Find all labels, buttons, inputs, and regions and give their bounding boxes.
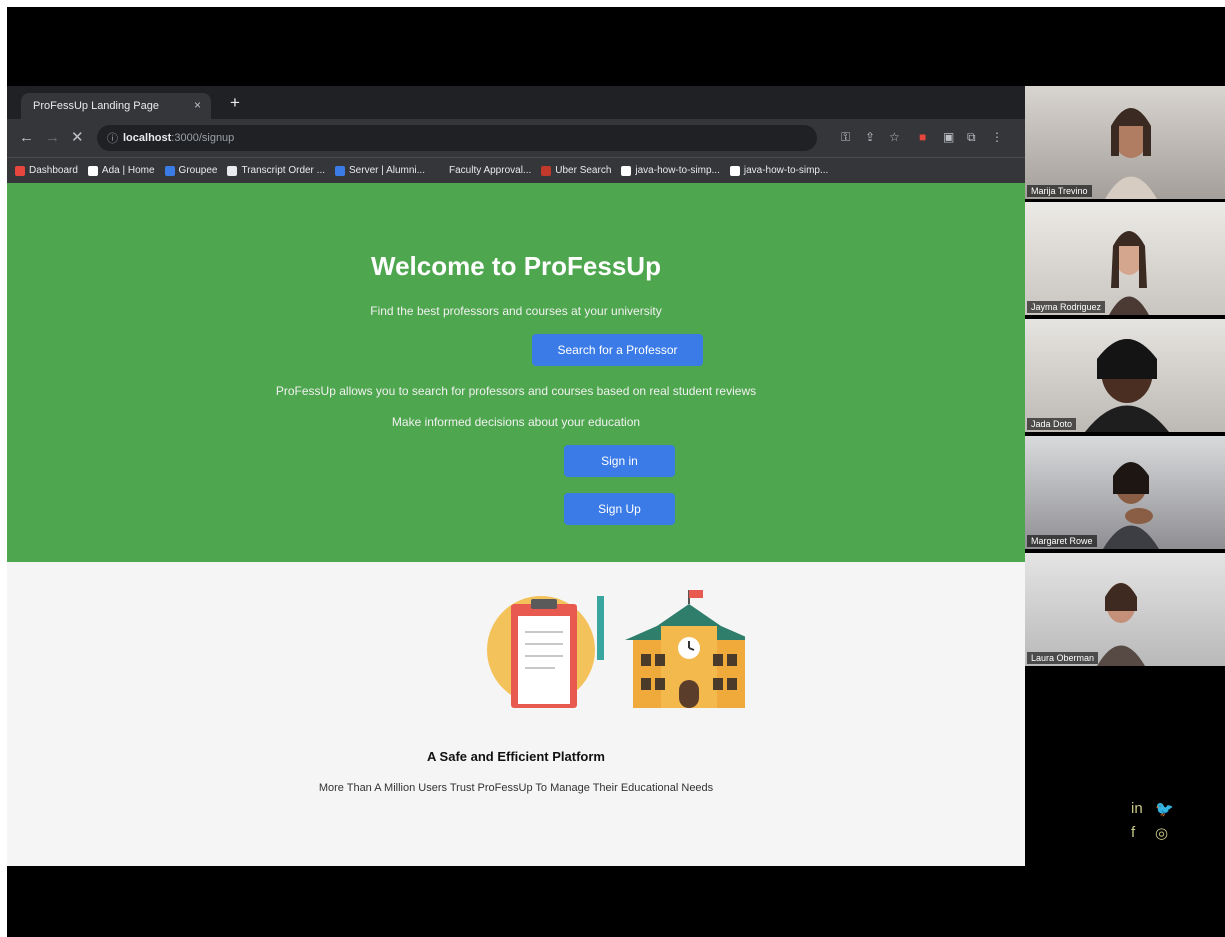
bookmark-label: java-how-to-simp...	[635, 165, 720, 176]
participant-name: Jada Doto	[1027, 418, 1077, 430]
tab-landing-page[interactable]: ProFessUp Landing Page ×	[21, 93, 211, 119]
bookmark-item[interactable]: Uber Search	[541, 165, 611, 176]
key-icon[interactable]: ⚿	[841, 130, 850, 144]
bookmark-item[interactable]: Faculty Approval...	[434, 165, 532, 176]
bookmark-label: Dashboard	[29, 165, 78, 176]
participant-name: Laura Oberman	[1027, 652, 1099, 664]
bookmark-favicon-icon	[87, 165, 98, 176]
tab-bar: ProFessUp Landing Page × +	[7, 86, 1025, 119]
share-icon[interactable]: ⇪	[865, 130, 875, 144]
instagram-icon[interactable]: ◎	[1155, 824, 1168, 842]
bookmark-favicon-icon	[729, 165, 740, 176]
bookmark-item[interactable]: java-how-to-simp...	[621, 165, 720, 176]
page-viewport: Welcome to ProFessUp Find the best profe…	[7, 183, 1025, 866]
features-section: A Safe and Efficient Platform More Than …	[7, 562, 1025, 866]
bookmark-favicon-icon	[15, 165, 25, 176]
url-host: localhost	[123, 132, 172, 144]
bookmark-label: java-how-to-simp...	[743, 165, 829, 176]
participant-tile[interactable]: Jayma Rodriguez	[1025, 202, 1225, 315]
bookmark-item[interactable]: Dashboard	[15, 165, 78, 176]
bookmark-item[interactable]: Groupee	[164, 165, 218, 176]
star-icon[interactable]: ☆	[889, 130, 900, 144]
bookmark-item[interactable]: Server | Alumni...	[335, 165, 425, 176]
twitter-icon[interactable]: 🐦	[1155, 800, 1174, 818]
bookmark-label: Ada | Home	[101, 165, 155, 176]
bookmark-favicon-icon	[164, 165, 175, 176]
participant-tile[interactable]: Laura Oberman	[1025, 553, 1225, 666]
bookmark-label: Groupee	[178, 165, 218, 176]
social-links: in 🐦 f ◎	[1125, 794, 1175, 844]
participant-name: Margaret Rowe	[1027, 535, 1097, 547]
platform-title: A Safe and Efficient Platform	[427, 749, 605, 764]
tagline: Find the best professors and courses at …	[370, 304, 662, 318]
participant-name: Jayma Rodriguez	[1027, 301, 1106, 313]
bookmark-item[interactable]: Transcript Order ...	[227, 165, 325, 176]
bookmark-favicon-icon	[227, 165, 238, 176]
participant-tile[interactable]: Margaret Rowe	[1025, 436, 1225, 549]
tab-close-icon[interactable]: ×	[194, 98, 201, 112]
participant-tile[interactable]: Marija Trevino	[1025, 86, 1225, 199]
bookmark-label: Server | Alumni...	[349, 165, 425, 176]
extension-icon[interactable]: ▣	[943, 130, 954, 144]
pencil-icon	[597, 596, 604, 660]
menu-icon[interactable]: ⋮	[991, 130, 1003, 144]
participant-name: Marija Trevino	[1027, 185, 1092, 197]
linkedin-icon[interactable]: in	[1131, 800, 1143, 817]
bookmark-item[interactable]: java-how-to-simp...	[729, 165, 829, 176]
signup-button[interactable]: Sign Up	[564, 493, 675, 525]
participant-video	[1103, 462, 1159, 549]
extension-puzzle-icon[interactable]: ⧉	[967, 130, 976, 144]
facebook-icon[interactable]: f	[1131, 824, 1135, 841]
bookmark-label: Faculty Approval...	[448, 165, 532, 176]
address-bar[interactable]: ⓘ localhost:3000/signup	[97, 125, 817, 151]
bookmark-favicon-icon	[621, 165, 632, 176]
url-path: :3000/signup	[171, 132, 235, 144]
search-professor-button[interactable]: Search for a Professor	[532, 334, 703, 366]
bookmarks-bar: Dashboard Ada | Home Groupee Transcript Ord…	[7, 157, 1025, 183]
participant-video	[1105, 108, 1157, 199]
forward-icon[interactable]: →	[45, 128, 60, 148]
participant-tile[interactable]: Jada Doto	[1025, 319, 1225, 432]
flag-icon	[689, 590, 703, 598]
subline: Make informed decisions about your educa…	[391, 415, 641, 429]
back-icon[interactable]: ←	[19, 128, 34, 148]
school-illustration	[487, 590, 745, 708]
bookmark-favicon-icon	[335, 165, 346, 176]
page-title: Welcome to ProFessUp	[371, 251, 661, 281]
bookmark-label: Transcript Order ...	[241, 165, 326, 176]
video-frame: ProFessUp Landing Page × + ← → ✕ ⓘ local…	[7, 7, 1225, 937]
clipboard-clip	[531, 599, 557, 609]
signin-button[interactable]: Sign in	[564, 445, 675, 477]
browser-toolbar: ← → ✕ ⓘ localhost:3000/signup ⚿ ⇪ ☆ ■ ▣ …	[7, 119, 1025, 157]
stop-icon[interactable]: ✕	[71, 128, 84, 148]
participant-video	[1109, 231, 1149, 315]
tab-title: ProFessUp Landing Page	[33, 100, 159, 112]
extension-red-icon[interactable]: ■	[919, 130, 926, 144]
new-tab-icon[interactable]: +	[230, 93, 240, 113]
platform-text: More Than A Million Users Trust ProFessU…	[318, 782, 714, 794]
site-info-icon[interactable]: ⓘ	[107, 130, 118, 146]
participant-video	[1085, 339, 1169, 432]
hero-section: Welcome to ProFessUp Find the best profe…	[7, 183, 1025, 562]
bookmark-label: Uber Search	[555, 165, 612, 176]
bookmark-favicon-icon	[434, 165, 445, 176]
bookmark-item[interactable]: Ada | Home	[87, 165, 155, 176]
participant-video	[1097, 583, 1145, 666]
description: ProFessUp allows you to search for profe…	[275, 384, 757, 398]
clipboard-paper	[518, 616, 570, 704]
bookmark-favicon-icon	[541, 165, 552, 176]
